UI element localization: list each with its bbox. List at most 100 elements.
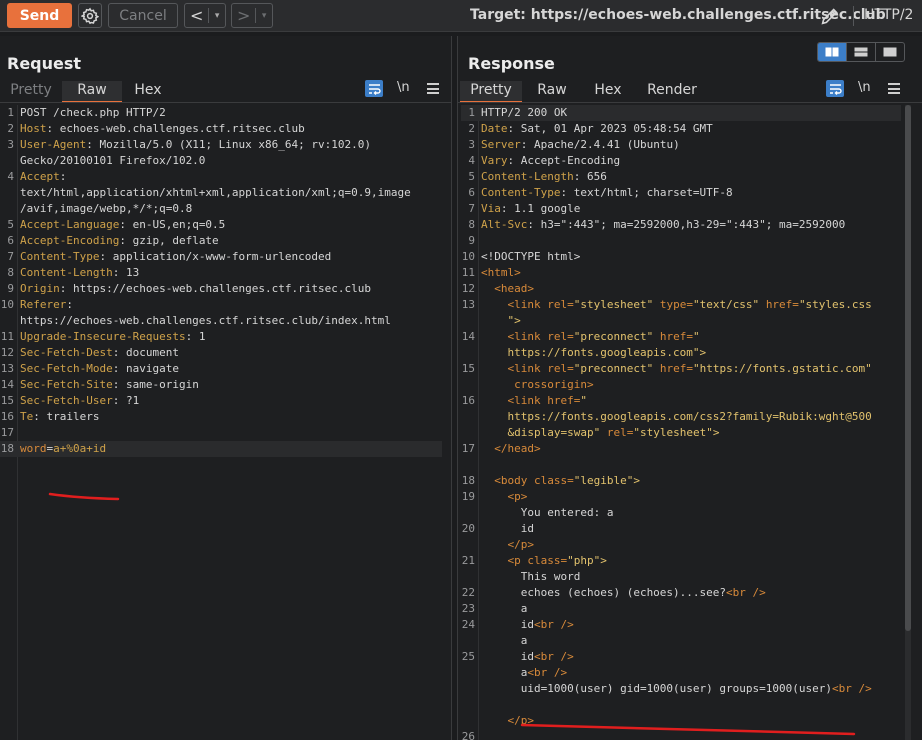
code-line: 20 id — [461, 521, 901, 537]
code-token: <br /> — [533, 618, 574, 631]
code-line: 16 Te: trailers — [0, 409, 442, 425]
line-number: 3 — [7, 138, 14, 151]
tab-raw[interactable]: Raw — [522, 81, 582, 103]
line-number: 10 — [0, 298, 14, 311]
code-line: "> — [461, 313, 901, 329]
code-token: href= — [765, 298, 799, 311]
line-text: Sec-Fetch-Site: same-origin — [20, 377, 199, 393]
scrollbar[interactable] — [905, 105, 911, 740]
cancel-button[interactable]: Cancel — [108, 3, 178, 28]
edit-target-button[interactable] — [819, 5, 841, 27]
code-token: class= — [527, 554, 568, 567]
divider — [0, 102, 451, 103]
code-line: 3 User-Agent: Mozilla/5.0 (X11; Linux x86… — [0, 137, 442, 153]
code-token: POST /check.php HTTP/2 — [20, 106, 166, 119]
request-editor[interactable]: 1 POST /check.php HTTP/2 2 Host: echoes-web… — [0, 105, 442, 457]
code-line: 8 Content-Length: 13 — [0, 265, 442, 281]
code-token: class= — [533, 474, 574, 487]
code-token: You entered: a — [481, 506, 614, 519]
word-wrap-toggle[interactable] — [826, 80, 844, 97]
line-number: 15 — [461, 362, 475, 375]
layout-tabs-button[interactable] — [876, 43, 904, 61]
code-token: a+%0a+id — [53, 442, 107, 455]
code-line: 5 Accept-Language: en-US,en;q=0.5 — [0, 217, 442, 233]
code-token: <head> — [481, 282, 534, 295]
request-panel: Request Pretty Raw Hex \n 1 POST /check.p… — [0, 36, 452, 740]
send-button[interactable]: Send — [7, 3, 72, 28]
line-text: crossorigin> — [481, 377, 593, 393]
line-text: "> — [481, 313, 520, 329]
chevron-down-icon[interactable]: ▾ — [256, 11, 272, 21]
code-token: </head> — [481, 442, 541, 455]
chevron-left-icon: < — [190, 6, 204, 25]
code-line: 17 — [0, 425, 442, 441]
line-number: 2 — [468, 122, 475, 135]
divider — [853, 6, 854, 26]
line-number: 10 — [461, 250, 475, 263]
code-token: Te — [20, 410, 34, 423]
tab-pretty[interactable]: Pretty — [460, 81, 522, 103]
tab-hex[interactable]: Hex — [122, 81, 174, 103]
line-number: 21 — [461, 554, 475, 567]
menu-icon[interactable] — [888, 83, 900, 94]
show-newlines-toggle[interactable]: \n — [858, 80, 871, 95]
line-text: <head> — [481, 281, 534, 297]
code-line: 4 Accept: — [0, 169, 442, 185]
tab-hex[interactable]: Hex — [582, 81, 634, 103]
code-token: "text/css" — [692, 298, 766, 311]
code-token: : Mozilla/5.0 (X11; Linux x86_64; rv:102… — [86, 138, 372, 151]
code-token: id — [481, 618, 534, 631]
line-text: id<br /> — [481, 649, 574, 665]
tab-raw[interactable]: Raw — [62, 81, 122, 103]
line-text: Alt-Svc: h3=":443"; ma=2592000,h3-29=":4… — [481, 217, 845, 233]
back-button[interactable]: < ▾ — [184, 3, 226, 28]
forward-button[interactable]: > ▾ — [231, 3, 273, 28]
line-text: <p> — [481, 489, 527, 505]
line-number: 2 — [7, 122, 14, 135]
word-wrap-toggle[interactable] — [365, 80, 383, 97]
layout-stacked-button[interactable] — [847, 43, 876, 61]
line-number: 7 — [468, 202, 475, 215]
line-text: <html> — [481, 265, 521, 281]
code-line: https://fonts.googleapis.com"> — [461, 345, 901, 361]
menu-icon[interactable] — [427, 83, 439, 94]
line-text: <p class="php"> — [481, 553, 607, 569]
code-line: </p> — [461, 537, 901, 553]
scrollbar-thumb[interactable] — [905, 105, 911, 631]
code-token: Alt-Svc — [481, 218, 528, 231]
code-token: Sec-Fetch-Dest — [20, 346, 113, 359]
show-newlines-toggle[interactable]: \n — [397, 80, 410, 95]
code-line: 6 Content-Type: text/html; charset=UTF-8 — [461, 185, 901, 201]
settings-button[interactable] — [78, 3, 102, 28]
tab-pretty[interactable]: Pretty — [0, 81, 62, 103]
response-viewer[interactable]: 1 HTTP/2 200 OK 2 Date: Sat, 01 Apr 2023 05… — [461, 105, 901, 740]
http-version-selector[interactable]: HTTP/2 — [864, 7, 913, 23]
line-text: Content-Length: 656 — [481, 169, 607, 185]
tab-render[interactable]: Render — [634, 81, 710, 103]
code-token: : 1 — [185, 330, 206, 343]
line-number: 4 — [7, 170, 14, 183]
line-text: https://echoes-web.challenges.ctf.ritsec… — [20, 313, 391, 329]
code-token: : h3=":443"; ma=2592000,h3-29=":443"; ma… — [527, 218, 846, 231]
line-text: User-Agent: Mozilla/5.0 (X11; Linux x86_… — [20, 137, 371, 153]
layout-side-by-side-button[interactable] — [818, 43, 847, 61]
code-token: : document — [112, 346, 179, 359]
code-token: Vary — [481, 154, 508, 167]
code-token: Sec-Fetch-Mode — [20, 362, 113, 375]
layout-selector — [817, 42, 905, 62]
code-token: Content-Length — [20, 266, 113, 279]
chevron-down-icon[interactable]: ▾ — [209, 11, 225, 21]
code-token: Referer — [20, 298, 67, 311]
code-token: <link — [481, 362, 548, 375]
code-line: Gecko/20100101 Firefox/102.0 — [0, 153, 442, 169]
code-token: "stylesheet"> — [633, 426, 720, 439]
line-text: <!DOCTYPE html> — [481, 249, 580, 265]
code-token: HTTP/2 200 OK — [481, 106, 568, 119]
code-token: </p> — [481, 538, 534, 551]
code-token: : en-US,en;q=0.5 — [119, 218, 226, 231]
code-token: rel= — [606, 426, 634, 439]
code-token: "php"> — [567, 554, 607, 567]
code-token: : echoes-web.challenges.ctf.ritsec.club — [46, 122, 305, 135]
line-number: 22 — [461, 586, 475, 599]
